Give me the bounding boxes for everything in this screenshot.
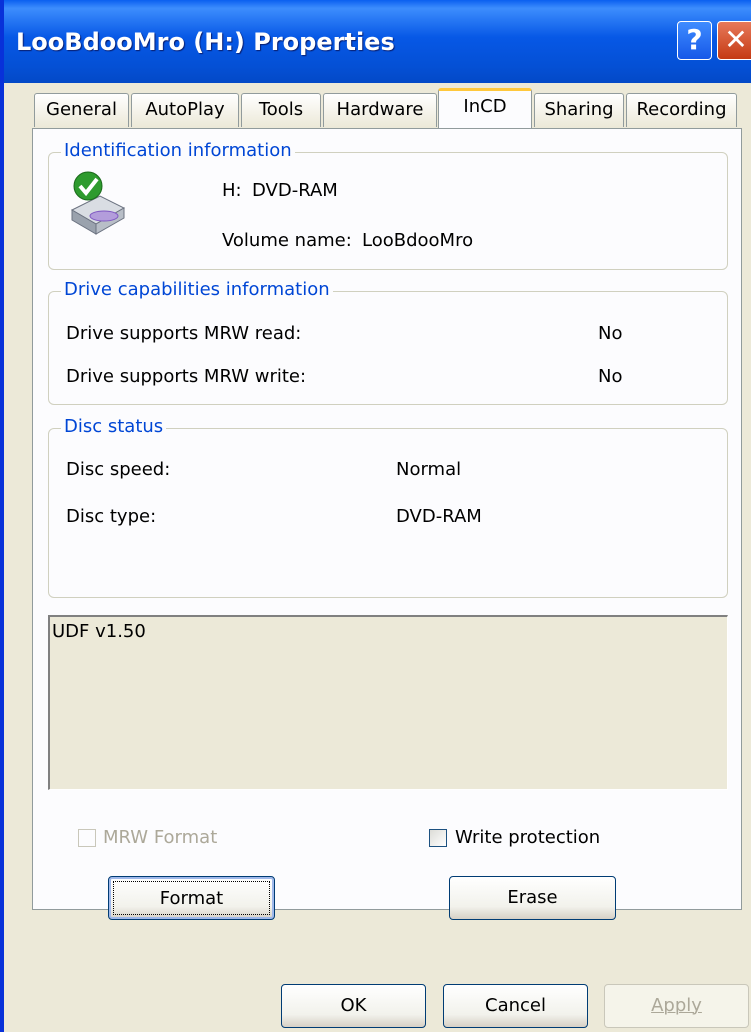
cancel-button[interactable]: Cancel — [443, 984, 588, 1028]
mrw-format-label: MRW Format — [103, 827, 218, 848]
mrw-read-label: Drive supports MRW read: — [66, 323, 302, 344]
tab-incd[interactable]: InCD — [438, 88, 532, 128]
write-protection-checkbox[interactable] — [429, 829, 447, 847]
volume-name-label: Volume name: — [222, 230, 352, 251]
close-button[interactable]: ✕ — [717, 21, 751, 60]
filesystem-info-box[interactable]: UDF v1.50 — [48, 615, 728, 790]
tab-sharing[interactable]: Sharing — [534, 93, 624, 127]
window-title: LooBdooMro (H:) Properties — [16, 28, 395, 56]
help-button[interactable]: ? — [677, 21, 712, 60]
mrw-write-value: No — [598, 366, 623, 387]
mrw-write-label: Drive supports MRW write: — [66, 366, 307, 387]
tab-autoplay[interactable]: AutoPlay — [131, 93, 239, 127]
drive-type: DVD-RAM — [252, 180, 338, 201]
identification-group: Identification information — [48, 140, 728, 270]
capabilities-legend: Drive capabilities information — [61, 279, 333, 300]
properties-window: LooBdooMro (H:) Properties ? ✕ General A… — [0, 0, 751, 1032]
dvd-drive-icon — [66, 166, 128, 240]
disc-type-value: DVD-RAM — [396, 506, 482, 527]
erase-button[interactable]: Erase — [449, 876, 616, 920]
help-icon: ? — [686, 23, 703, 56]
write-protection-label[interactable]: Write protection — [455, 827, 600, 848]
tab-recording[interactable]: Recording — [626, 93, 737, 127]
capabilities-group: Drive capabilities information — [48, 279, 728, 405]
tab-general[interactable]: General — [34, 93, 129, 127]
mrw-format-checkbox[interactable] — [78, 829, 96, 847]
title-bar[interactable]: LooBdooMro (H:) Properties ? ✕ — [4, 0, 751, 83]
close-icon: ✕ — [724, 23, 748, 56]
tab-tools[interactable]: Tools — [241, 93, 321, 127]
tab-strip: General AutoPlay Tools Hardware InCD Sha… — [34, 88, 751, 128]
disc-status-legend: Disc status — [61, 416, 167, 437]
filesystem-info-text: UDF v1.50 — [52, 621, 146, 642]
apply-button[interactable]: Apply — [604, 984, 749, 1028]
drive-letter: H: — [222, 180, 242, 201]
tab-hardware[interactable]: Hardware — [323, 93, 437, 127]
format-button[interactable]: Format — [108, 876, 275, 920]
disc-speed-label: Disc speed: — [66, 459, 171, 480]
volume-name-value: LooBdooMro — [362, 230, 474, 251]
disc-type-label: Disc type: — [66, 506, 157, 527]
identification-legend: Identification information — [61, 140, 295, 161]
ok-button[interactable]: OK — [281, 984, 426, 1028]
mrw-read-value: No — [598, 323, 623, 344]
disc-speed-value: Normal — [396, 459, 462, 480]
